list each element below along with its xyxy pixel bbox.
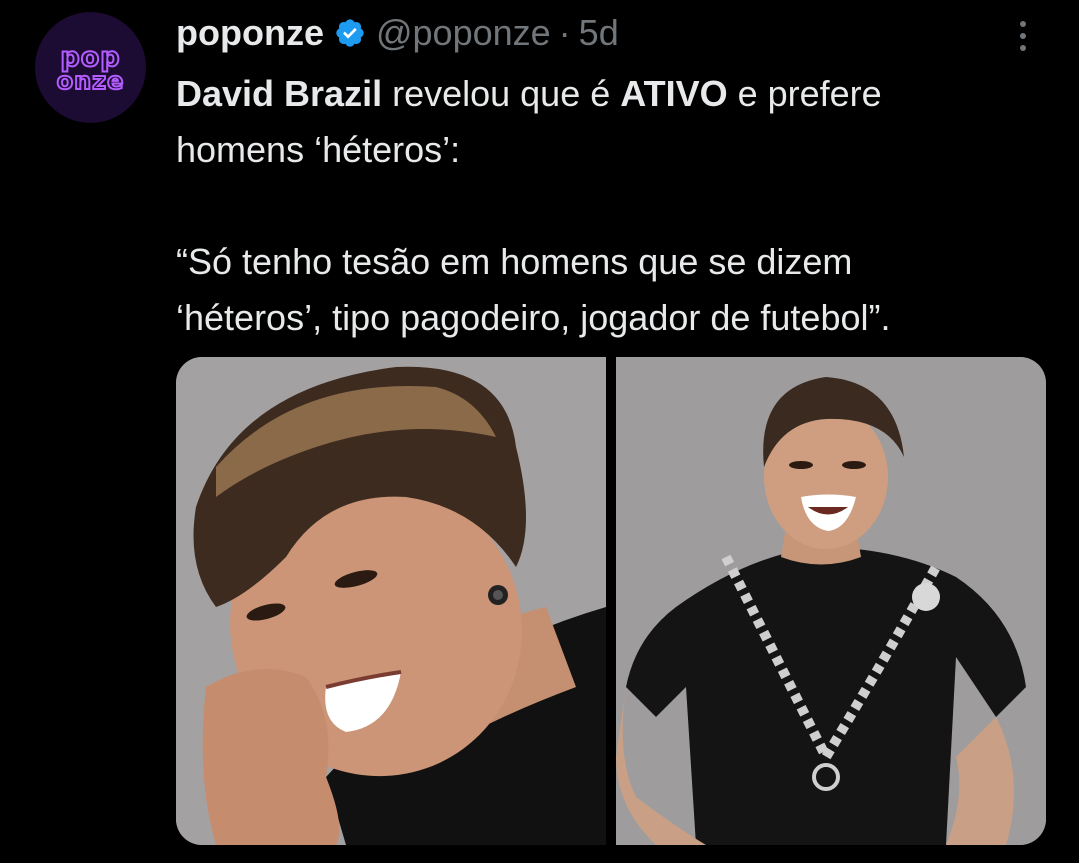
author-handle[interactable]: @poponze	[376, 12, 551, 54]
text-segment: e prefere	[727, 73, 882, 114]
bold-name: David Brazil	[176, 73, 383, 114]
photo-left[interactable]	[176, 357, 606, 845]
tweet-text-line: homens ‘héteros’:	[176, 129, 461, 170]
tweet-text-line: David Brazil revelou que é ATIVO e prefe…	[176, 66, 1056, 122]
more-dot	[1020, 45, 1026, 51]
tweet-header: poponze @poponze · 5d	[176, 10, 619, 56]
separator-dot: ·	[558, 12, 571, 53]
more-vertical-icon[interactable]	[1006, 14, 1040, 58]
tweet-text-line: ‘héteros’, tipo pagodeiro, jogador de fu…	[176, 297, 891, 338]
tweet-media	[176, 357, 1046, 845]
tweet-text-line: “Só tenho tesão em homens que se dizem	[176, 241, 853, 282]
more-dot	[1020, 21, 1026, 27]
tweet-timestamp[interactable]: 5d	[579, 12, 619, 54]
verified-badge-icon[interactable]	[334, 17, 366, 49]
bold-keyword: ATIVO	[620, 73, 728, 114]
text-segment: revelou que é	[382, 73, 621, 114]
author-avatar[interactable]: pop onze	[35, 12, 146, 123]
avatar-logo-bottom: onze	[56, 67, 125, 95]
author-display-name[interactable]: poponze	[176, 12, 324, 54]
tweet-text: David Brazil revelou que é ATIVO e prefe…	[176, 66, 1056, 346]
photo-right[interactable]	[616, 357, 1046, 845]
more-dot	[1020, 33, 1026, 39]
tweet-card[interactable]: pop onze poponze @poponze · 5d David Bra…	[0, 0, 1079, 863]
